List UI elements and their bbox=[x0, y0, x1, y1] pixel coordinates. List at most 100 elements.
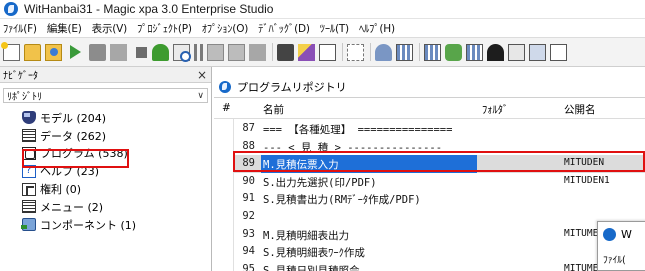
tree-item-data[interactable]: データ (262) bbox=[22, 127, 136, 145]
wizard-icon[interactable] bbox=[298, 43, 315, 61]
table-row[interactable]: 87 === 【各種処理】 =============== bbox=[234, 120, 645, 138]
table-row[interactable]: 90 S.出力先選択(印/PDF) MITUDEN1 bbox=[234, 173, 645, 191]
hat-icon[interactable] bbox=[487, 43, 504, 61]
repository-dropdown[interactable]: ﾘﾎﾟｼﾞﾄﾘ ∨ bbox=[3, 88, 208, 103]
component-icon bbox=[21, 218, 36, 232]
tree-item-label: 権利 (0) bbox=[40, 183, 82, 197]
tree-item-label: モデル (204) bbox=[40, 111, 107, 125]
grid-icon[interactable] bbox=[396, 43, 413, 61]
android-icon[interactable] bbox=[152, 43, 169, 61]
menu-debug[interactable]: ﾃﾞﾊﾞｯｸﾞ(D) bbox=[258, 21, 310, 36]
form2-icon[interactable] bbox=[529, 43, 546, 61]
table-row[interactable]: 92 bbox=[234, 208, 645, 226]
toolbar bbox=[0, 37, 645, 67]
close-icon[interactable]: × bbox=[197, 68, 207, 82]
menu-project[interactable]: ﾌﾟﾛｼﾞｪｸﾄ(P) bbox=[137, 21, 192, 36]
menu-view[interactable]: 表示(V) bbox=[92, 21, 128, 36]
row-number: 87 bbox=[242, 122, 255, 134]
navigator-panel: ﾅﾋﾞｹﾞｰﾀ × ﾘﾎﾟｼﾞﾄﾘ ∨ モデル (204) データ (262) … bbox=[0, 67, 212, 271]
program-name: === 【各種処理】 =============== bbox=[263, 124, 453, 136]
table-icon[interactable] bbox=[466, 43, 483, 61]
program-grid: # 名前 ﾌｫﾙﾀﾞ 公開名 87 === 【各種処理】 ===========… bbox=[214, 99, 645, 271]
layout-icon[interactable] bbox=[424, 43, 441, 61]
program-name: M.見積明細表出力 bbox=[263, 229, 350, 242]
box2-icon[interactable] bbox=[228, 43, 245, 61]
open-project-icon[interactable] bbox=[45, 43, 62, 61]
tree-item-label: データ (262) bbox=[40, 129, 107, 143]
secondary-window-menu-file[interactable]: ﾌｧｲﾙ( bbox=[603, 252, 626, 266]
tree-item-component[interactable]: コンポーネント (1) bbox=[21, 216, 137, 234]
program-highlight-box bbox=[22, 149, 129, 168]
row-gutter bbox=[214, 119, 234, 271]
repository-title: プログラムリポジトリ bbox=[237, 80, 347, 94]
table-row[interactable]: 95 S.見積日別見積照会 MITUMEI1 bbox=[234, 261, 645, 271]
column-folder[interactable]: ﾌｫﾙﾀﾞ bbox=[482, 102, 508, 117]
program-name: S.見積日別見積照会 bbox=[263, 264, 360, 271]
nodes-icon[interactable] bbox=[319, 43, 336, 61]
menu-help[interactable]: ﾍﾙﾌﾟ(H) bbox=[359, 21, 395, 36]
row-number: 93 bbox=[242, 227, 255, 240]
program-name: S.出力先選択(印/PDF) bbox=[263, 176, 377, 189]
rights-icon bbox=[22, 182, 36, 196]
menu-tools[interactable]: ﾂｰﾙ(T) bbox=[320, 21, 349, 36]
menu-file[interactable]: ﾌｧｲﾙ(F) bbox=[3, 21, 37, 36]
db-icon[interactable] bbox=[445, 43, 462, 61]
stop-icon[interactable] bbox=[136, 46, 147, 58]
chevron-down-icon[interactable]: ∨ bbox=[197, 91, 204, 101]
model-icon bbox=[22, 111, 36, 125]
column-name[interactable]: 名前 bbox=[263, 102, 284, 117]
grid-header: # 名前 ﾌｫﾙﾀﾞ 公開名 bbox=[214, 99, 645, 119]
tree-icon[interactable] bbox=[347, 43, 364, 61]
tree-item-label: メニュー (2) bbox=[40, 200, 104, 214]
toolbar-separator bbox=[342, 43, 343, 61]
navigator-header: ﾅﾋﾞｹﾞｰﾀ × bbox=[0, 67, 211, 83]
magic-app-icon bbox=[219, 80, 231, 93]
menu-bar: ﾌｧｲﾙ(F) 編集(E) 表示(V) ﾌﾟﾛｼﾞｪｸﾄ(P) ｵﾌﾟｼｮﾝ(O… bbox=[0, 20, 645, 37]
box-icon[interactable] bbox=[207, 43, 224, 61]
pause-icon[interactable] bbox=[194, 43, 203, 61]
menu-options[interactable]: ｵﾌﾟｼｮﾝ(O) bbox=[202, 21, 249, 36]
magic-app-icon bbox=[603, 228, 616, 241]
program-name: S.見積書出力(RMﾃﾞｰﾀ作成/PDF) bbox=[263, 194, 421, 207]
toolbar-separator bbox=[419, 43, 420, 61]
menu-icon bbox=[22, 200, 36, 214]
table-row[interactable]: 91 S.見積書出力(RMﾃﾞｰﾀ作成/PDF) bbox=[234, 190, 645, 208]
debug-icon[interactable] bbox=[89, 43, 106, 61]
window-title: WitHanbai31 - Magic xpa 3.0 Enterprise S… bbox=[24, 2, 274, 16]
row-number: 90 bbox=[242, 174, 255, 187]
table-row[interactable]: 93 M.見積明細表出力 MITUMEI bbox=[234, 226, 645, 244]
tree-item-label: コンポーネント (1) bbox=[40, 218, 137, 232]
column-number[interactable]: # bbox=[222, 102, 231, 114]
tree-item-model[interactable]: モデル (204) bbox=[22, 109, 136, 127]
row-number: 88 bbox=[242, 139, 255, 152]
run-icon[interactable] bbox=[70, 45, 81, 59]
program-repository-tab[interactable]: プログラムリポジトリ bbox=[214, 76, 645, 98]
help-icon[interactable] bbox=[550, 43, 567, 61]
toolbar-separator bbox=[272, 43, 273, 61]
people-icon[interactable] bbox=[375, 43, 392, 61]
new-icon[interactable] bbox=[1, 41, 20, 61]
preview-icon[interactable] bbox=[173, 43, 191, 62]
table-row[interactable]: 94 S.見積明細表ﾜｰｸ作成 bbox=[234, 243, 645, 261]
tree-item-menu[interactable]: メニュー (2) bbox=[22, 198, 136, 216]
form-icon[interactable] bbox=[508, 43, 525, 61]
program-name: S.見積明細表ﾜｰｸ作成 bbox=[263, 247, 365, 260]
grey2-icon[interactable] bbox=[249, 43, 266, 61]
dark-icon[interactable] bbox=[277, 43, 294, 61]
tree-item-rights[interactable]: 権利 (0) bbox=[22, 180, 136, 198]
secondary-window[interactable]: W ﾌｧｲﾙ( bbox=[597, 221, 645, 271]
public-name: MITUDEN1 bbox=[564, 174, 610, 186]
repository-tree: モデル (204) データ (262) プログラム (538) ヘルプ (23)… bbox=[21, 109, 137, 234]
data-icon bbox=[22, 129, 36, 143]
toolbar-separator bbox=[370, 43, 371, 61]
menu-edit[interactable]: 編集(E) bbox=[47, 21, 82, 36]
row-number: 91 bbox=[242, 192, 255, 205]
row-number: 92 bbox=[242, 210, 255, 222]
column-public-name[interactable]: 公開名 bbox=[564, 102, 596, 117]
open-icon[interactable] bbox=[24, 43, 41, 61]
title-bar: WitHanbai31 - Magic xpa 3.0 Enterprise S… bbox=[0, 0, 645, 19]
navigator-title: ﾅﾋﾞｹﾞｰﾀ bbox=[3, 71, 38, 82]
magic-app-icon bbox=[4, 2, 18, 16]
row-number: 94 bbox=[242, 245, 255, 258]
grey-icon[interactable] bbox=[110, 43, 127, 61]
